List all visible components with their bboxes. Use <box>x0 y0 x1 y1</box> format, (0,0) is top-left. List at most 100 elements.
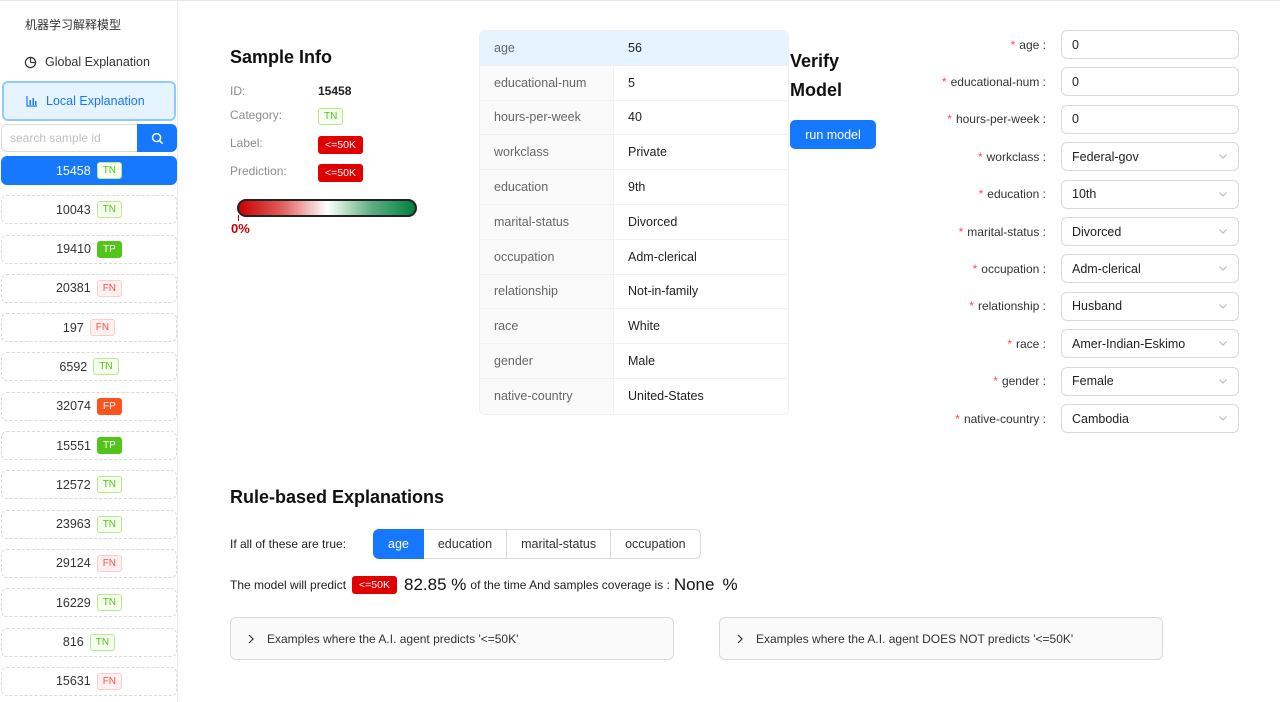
feature-value: 56 <box>614 31 788 65</box>
feature-value: Male <box>628 354 656 369</box>
feature-row: hours-per-week 40 <box>480 100 788 136</box>
form-label-text: education <box>987 187 1040 202</box>
chevron-down-icon <box>1219 154 1227 160</box>
percent-value: 82.85 % <box>404 575 467 594</box>
predict-tag: <=50K <box>352 576 397 594</box>
sample-item[interactable]: 6592 TN <box>1 352 177 382</box>
label-colon: : <box>1039 149 1046 164</box>
run-model-button[interactable]: run model <box>790 120 876 149</box>
form-control-value: Female <box>1072 374 1114 389</box>
feature-key: educational-num <box>480 65 614 100</box>
sample-id: 816 <box>62 635 84 650</box>
app-title: 机器学习解释模型 <box>25 18 122 32</box>
nav-local-explanation[interactable]: Local Explanation <box>2 81 176 121</box>
examples-predicts-panel[interactable]: Examples where the A.I. agent predicts '… <box>230 617 674 660</box>
feature-value: 40 <box>628 110 642 125</box>
form-label: * gender : <box>880 374 1054 388</box>
form-select[interactable]: Amer-Indian-Eskimo <box>1061 329 1239 359</box>
sample-item[interactable]: 20381 FN <box>1 273 177 303</box>
sample-item[interactable]: 23963 TN <box>1 509 177 539</box>
sample-id: 29124 <box>55 556 91 571</box>
sample-item[interactable]: 12572 TN <box>1 470 177 500</box>
form-select[interactable]: Husband <box>1061 291 1239 321</box>
form-label-text: educational-num <box>950 74 1040 89</box>
sample-id: 12572 <box>55 477 91 492</box>
examples-not-predicts-panel[interactable]: Examples where the A.I. agent DOES NOT p… <box>719 617 1163 660</box>
feature-key: occupation <box>480 239 614 274</box>
sample-item[interactable]: 29124 FN <box>1 548 177 578</box>
condition-group: age education marital-status occupation <box>373 529 701 559</box>
middle-text: of the time And samples coverage is : <box>470 578 670 592</box>
feature-key: education <box>480 170 614 204</box>
condition-segment[interactable]: education <box>423 529 508 559</box>
id-label: ID: <box>230 84 246 98</box>
sample-item[interactable]: 816 TN <box>1 627 177 657</box>
form-label: * educational-num : <box>880 75 1054 89</box>
feature-key: native-country <box>480 378 614 414</box>
form-select[interactable]: 10th <box>1061 179 1239 209</box>
form-select[interactable]: Divorced <box>1061 217 1239 246</box>
required-mark: * <box>955 411 960 426</box>
condition-segment[interactable]: age <box>373 529 424 559</box>
feature-row: workclass Private <box>480 135 788 171</box>
sample-id: 19410 <box>56 242 91 257</box>
form-control-value: Federal-gov <box>1072 149 1139 164</box>
form-label: * education : <box>880 187 1054 201</box>
feature-value: 9th <box>628 180 646 195</box>
form-control-value: Cambodia <box>1072 411 1129 426</box>
form-input[interactable]: 0 <box>1061 30 1239 59</box>
sample-item[interactable]: 10043 TN <box>1 195 177 225</box>
condition-segment[interactable]: occupation <box>611 529 701 559</box>
sample-category-tag: TN <box>89 633 116 651</box>
form-row: * occupation : Adm-clerical <box>880 254 1240 284</box>
nav-global-explanation[interactable]: Global Explanation <box>2 43 176 81</box>
search-button[interactable] <box>137 124 177 152</box>
search-input[interactable] <box>1 124 137 152</box>
examples-predicts-label: Examples where the A.I. agent predicts '… <box>267 631 519 646</box>
form-row: * gender : Female <box>880 366 1240 396</box>
sample-item[interactable]: 32074 FP <box>1 391 177 421</box>
feature-value: Not-in-family <box>628 284 699 299</box>
form-input[interactable]: 0 <box>1061 67 1239 97</box>
sample-item[interactable]: 15631 FN <box>1 666 177 696</box>
sample-item[interactable]: 15551 TP <box>1 431 177 461</box>
nav-local-label: Local Explanation <box>46 94 145 108</box>
sample-item[interactable]: 16229 TN <box>1 588 177 618</box>
form-label-text: occupation <box>981 261 1040 276</box>
chevron-down-icon <box>1219 229 1227 234</box>
sample-item[interactable]: 19410 TP <box>1 234 177 264</box>
feature-key: race <box>480 309 614 344</box>
examples-not-predicts-label: Examples where the A.I. agent DOES NOT p… <box>756 631 1074 646</box>
sample-category-tag: TN <box>96 476 123 494</box>
form-row: * educational-num : 0 <box>880 67 1240 97</box>
sample-item[interactable]: 197 FN <box>1 313 177 343</box>
sample-id: 15458 <box>55 163 91 178</box>
label-colon: : <box>1039 261 1046 276</box>
sample-info-title: Sample Info <box>230 47 333 67</box>
sample-category-tag: TP <box>96 240 122 258</box>
condition-segment[interactable]: marital-status <box>507 529 612 559</box>
bar-chart-icon <box>26 96 37 107</box>
form-label: * native-country : <box>880 412 1054 426</box>
form-select[interactable]: Adm-clerical <box>1061 254 1239 284</box>
form-label-text: hours-per-week <box>955 112 1040 127</box>
form-select[interactable]: Federal-gov <box>1061 142 1239 172</box>
feature-row: relationship Not-in-family <box>480 274 788 310</box>
form-input[interactable]: 0 <box>1061 104 1239 134</box>
form-select[interactable]: Female <box>1061 366 1239 396</box>
form-label: * occupation : <box>880 262 1054 276</box>
label-label: Label: <box>230 136 263 150</box>
sample-item[interactable]: 15458 TN <box>1 156 177 185</box>
sample-category-tag: TP <box>96 437 122 455</box>
feature-row: gender Male <box>480 344 788 379</box>
search-icon <box>151 132 163 144</box>
sample-id: 197 <box>62 320 84 335</box>
feature-row: marital-status Divorced <box>480 204 788 240</box>
form-label: * race : <box>880 337 1054 351</box>
form-row: * race : Amer-Indian-Eskimo <box>880 329 1240 359</box>
feature-row: occupation Adm-clerical <box>480 239 788 275</box>
sample-id: 16229 <box>55 595 91 610</box>
form-select[interactable]: Cambodia <box>1061 404 1239 433</box>
predict-prefix: The model will predict <box>230 578 347 592</box>
verify-model-title: Verify Model <box>790 51 842 100</box>
